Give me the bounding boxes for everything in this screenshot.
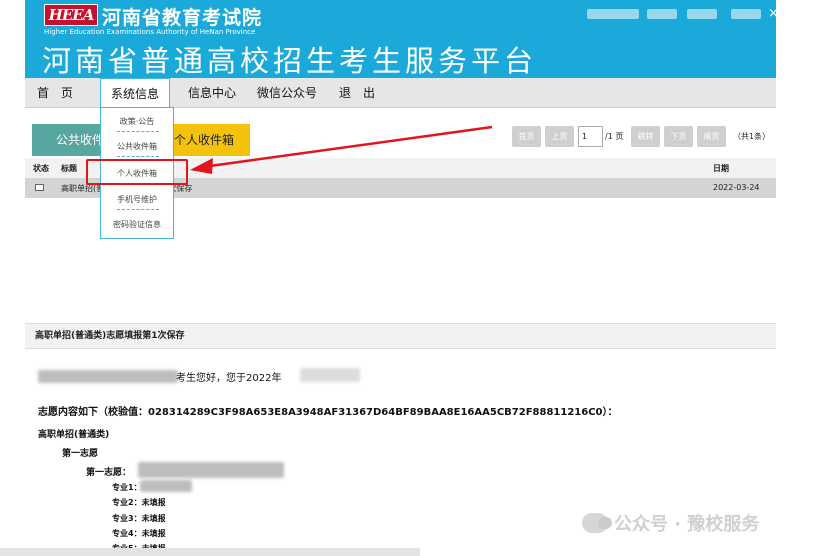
choice-label: 第一志愿： <box>86 468 132 478</box>
row-date: 2022-03-24 <box>713 183 760 192</box>
heea-logo: HEEA <box>44 4 98 26</box>
pager-total: /1 页 <box>605 132 624 141</box>
nav-system-info[interactable]: 系统信息 <box>100 78 171 108</box>
nav-logout[interactable]: 退 出 <box>339 78 375 108</box>
major-2: 专业2：未填报 <box>112 498 166 507</box>
menu-divider <box>117 131 159 132</box>
blurred-major <box>140 480 192 492</box>
right-margin <box>776 0 831 556</box>
wechat-icon <box>582 513 612 533</box>
site-header: HEEA 河南省教育考试院 Higher Education Examinati… <box>25 0 779 78</box>
menu-divider <box>117 156 159 157</box>
close-icon[interactable]: × <box>768 6 779 21</box>
message-content-label: 志愿内容如下（校验值：028314289C3F98A653E8A3948AF31… <box>38 407 618 418</box>
watermark-text: 公众号 · 豫校服务 <box>614 514 760 535</box>
col-status: 状态 <box>33 164 49 173</box>
col-title: 标题 <box>61 164 77 173</box>
menu-item-phone[interactable]: 手机号维护 <box>101 194 173 205</box>
left-margin <box>0 0 25 556</box>
blurred-name <box>38 370 178 383</box>
pager-next-button[interactable]: 下页 <box>664 126 693 147</box>
pager-jump-button[interactable]: 跳转 <box>631 126 660 147</box>
major-4: 专业4：未填报 <box>112 529 166 538</box>
col-date: 日期 <box>713 164 729 173</box>
org-name-en: Higher Education Examinations Authority … <box>44 28 256 36</box>
menu-item-password-verify[interactable]: 密码验证信息 <box>101 219 173 230</box>
menu-divider <box>117 209 159 210</box>
pager-count: （共1条） <box>733 132 771 141</box>
pager-last-button[interactable]: 尾页 <box>697 126 726 147</box>
nav-wechat[interactable]: 微信公众号 <box>257 78 317 108</box>
nav-home[interactable]: 首 页 <box>37 78 73 108</box>
blurred-school <box>138 462 284 478</box>
pager-first-button[interactable]: 首页 <box>512 126 541 147</box>
blurred-user-info <box>647 9 677 19</box>
blurred-user-info <box>731 9 761 19</box>
pager-prev-button[interactable]: 上页 <box>545 126 574 147</box>
site-title: 河南省普通高校招生考生服务平台 <box>42 44 538 78</box>
annotation-highlight-box <box>86 159 188 185</box>
nav-info-center[interactable]: 信息中心 <box>188 78 236 108</box>
mail-icon <box>35 184 44 191</box>
main-nav: 首 页 系统信息 信息中心 微信公众号 退 出 <box>25 78 776 108</box>
blurred-user-info <box>587 9 639 19</box>
menu-item-public-inbox[interactable]: 公共收件箱 <box>101 141 173 152</box>
section-title: 高职单招(普通类) <box>38 430 110 440</box>
message-detail-title: 高职单招(普通类)志愿填报第1次保存 <box>25 323 776 349</box>
wechat-watermark: 公众号 · 豫校服务 <box>582 510 759 536</box>
pager-page-input[interactable]: 1 <box>578 126 603 147</box>
message-greeting: 考生您好，您于2022年 <box>176 373 282 384</box>
menu-item-policy[interactable]: 政策·公告 <box>101 116 173 127</box>
major-3: 专业3：未填报 <box>112 514 166 523</box>
blurred-user-info <box>687 9 717 19</box>
major-1: 专业1： <box>112 483 142 492</box>
blurred-date <box>300 368 360 382</box>
first-choice-heading: 第一志愿 <box>62 449 99 459</box>
org-name-cn: 河南省教育考试院 <box>102 7 263 29</box>
horizontal-scrollbar[interactable] <box>0 548 420 556</box>
